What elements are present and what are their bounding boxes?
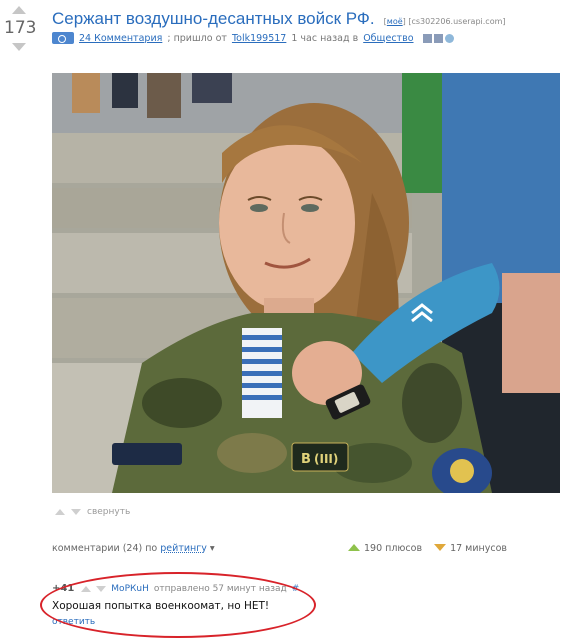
post-vote-column: 173 xyxy=(4,6,37,51)
comment-upvote-icon[interactable] xyxy=(81,585,92,592)
post-tag: [моё] [cs302206.userapi.com] xyxy=(384,17,506,26)
post-score: 173 xyxy=(4,18,37,38)
comment-author[interactable]: МоРКuН xyxy=(111,584,149,594)
comment-score: +41 xyxy=(52,583,75,594)
comment-item: +41 МоРКuН отправлено 57 минут назад # Х… xyxy=(52,583,502,627)
post-source: [cs302206.userapi.com] xyxy=(408,17,506,26)
sort-dropdown[interactable]: рейтингу xyxy=(160,543,207,554)
vk-icon[interactable] xyxy=(433,33,443,43)
comment-anchor-link[interactable]: # xyxy=(292,584,300,594)
plus-triangle-icon xyxy=(348,544,360,551)
twitter-icon[interactable] xyxy=(444,33,454,43)
post-image: B (III) xyxy=(52,73,560,493)
svg-text:(III): (III) xyxy=(314,452,338,466)
section-link[interactable]: Обществo xyxy=(363,33,413,44)
post-title-row: Сержант воздушно-десантных войск РФ. [мо… xyxy=(52,9,562,29)
comment-header: +41 МоРКuН отправлено 57 минут назад # xyxy=(52,583,502,594)
plus-count: 190 плюсов xyxy=(364,543,423,554)
minus-count: 17 минусов xyxy=(450,543,507,554)
post-title[interactable]: Сержант воздушно-десантных войск РФ. xyxy=(52,9,375,28)
collapse-link[interactable]: свернуть xyxy=(87,507,130,517)
svg-text:B: B xyxy=(301,452,311,467)
plus-stat: 190 плюсов xyxy=(348,543,422,554)
post-meta: 24 Комментария ; пришло от Tolk199517 1 … xyxy=(52,32,454,44)
small-downvote-icon[interactable] xyxy=(71,509,81,515)
vote-stats: 190 плюсов 17 минусов xyxy=(348,543,507,554)
meta-time: 1 час назад в xyxy=(291,32,359,44)
comment-text: Хорошая попытка военкоомат, но НЕТ! xyxy=(52,600,270,612)
reply-link[interactable]: ответить xyxy=(52,617,502,627)
comments-link[interactable]: 24 Комментария xyxy=(79,33,162,44)
downvote-icon[interactable] xyxy=(12,43,26,51)
author-link[interactable]: Tolk199517 xyxy=(232,33,286,44)
comment-time: отправлено 57 минут назад xyxy=(153,583,287,594)
meta-sent-from: ; пришло от xyxy=(167,32,227,44)
comments-count-label: комментарии (24) по xyxy=(52,543,158,554)
share-icons xyxy=(422,33,454,43)
facebook-icon[interactable] xyxy=(422,33,432,43)
comments-bar: комментарии (24) по рейтингу ▾ 190 плюсо… xyxy=(52,543,507,554)
minus-stat: 17 минусов xyxy=(434,543,507,554)
minus-triangle-icon xyxy=(434,544,447,551)
comment-downvote-icon[interactable] xyxy=(96,585,107,592)
comments-sort: комментарии (24) по рейтингу ▾ xyxy=(52,543,215,554)
sort-caret-icon[interactable]: ▾ xyxy=(210,543,215,554)
small-upvote-icon[interactable] xyxy=(55,509,65,515)
camera-icon xyxy=(52,32,74,44)
tag-mine-link[interactable]: моё xyxy=(387,17,403,26)
upvote-icon[interactable] xyxy=(12,6,26,14)
photo-illustration: B (III) xyxy=(52,73,560,493)
tag-close: ] xyxy=(402,17,406,26)
collapse-row: свернуть xyxy=(55,507,130,517)
